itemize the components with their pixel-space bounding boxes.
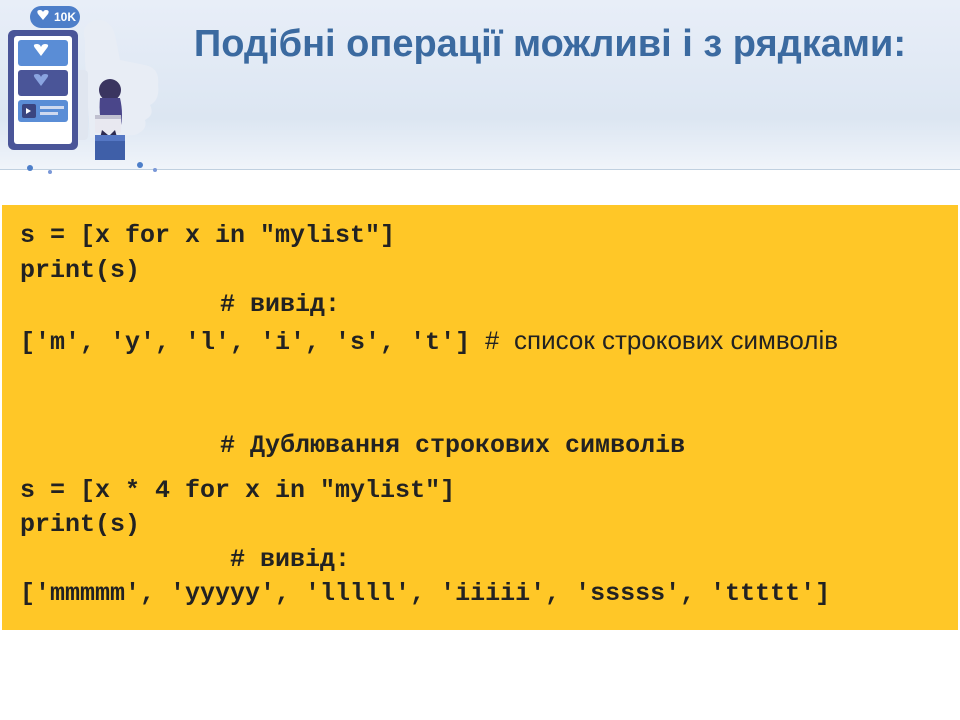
code-example-block: s = [x for x in "mylist"] print(s) # вив… <box>2 205 958 630</box>
code-output-line: ['m', 'y', 'l', 'i', 's', 't'] # список … <box>20 323 940 361</box>
code-comment: # вивід: <box>20 543 940 578</box>
code-line: print(s) <box>20 254 940 289</box>
code-output-line: ['mmmmm', 'yyyyy', 'lllll', 'iiiii', 'ss… <box>20 577 940 612</box>
code-comment: # вивід: <box>20 288 940 323</box>
code-line: s = [x for x in "mylist"] <box>20 219 940 254</box>
slide-title: Подібні операції можливі і з рядками: <box>180 20 920 69</box>
svg-text:10K: 10K <box>54 10 76 24</box>
code-line: s = [x * 4 for x in "mylist"] <box>20 474 940 509</box>
social-media-illustration: 10K <box>0 0 170 180</box>
code-line: print(s) <box>20 508 940 543</box>
code-section-comment: # Дублювання строкових символів <box>20 429 940 464</box>
